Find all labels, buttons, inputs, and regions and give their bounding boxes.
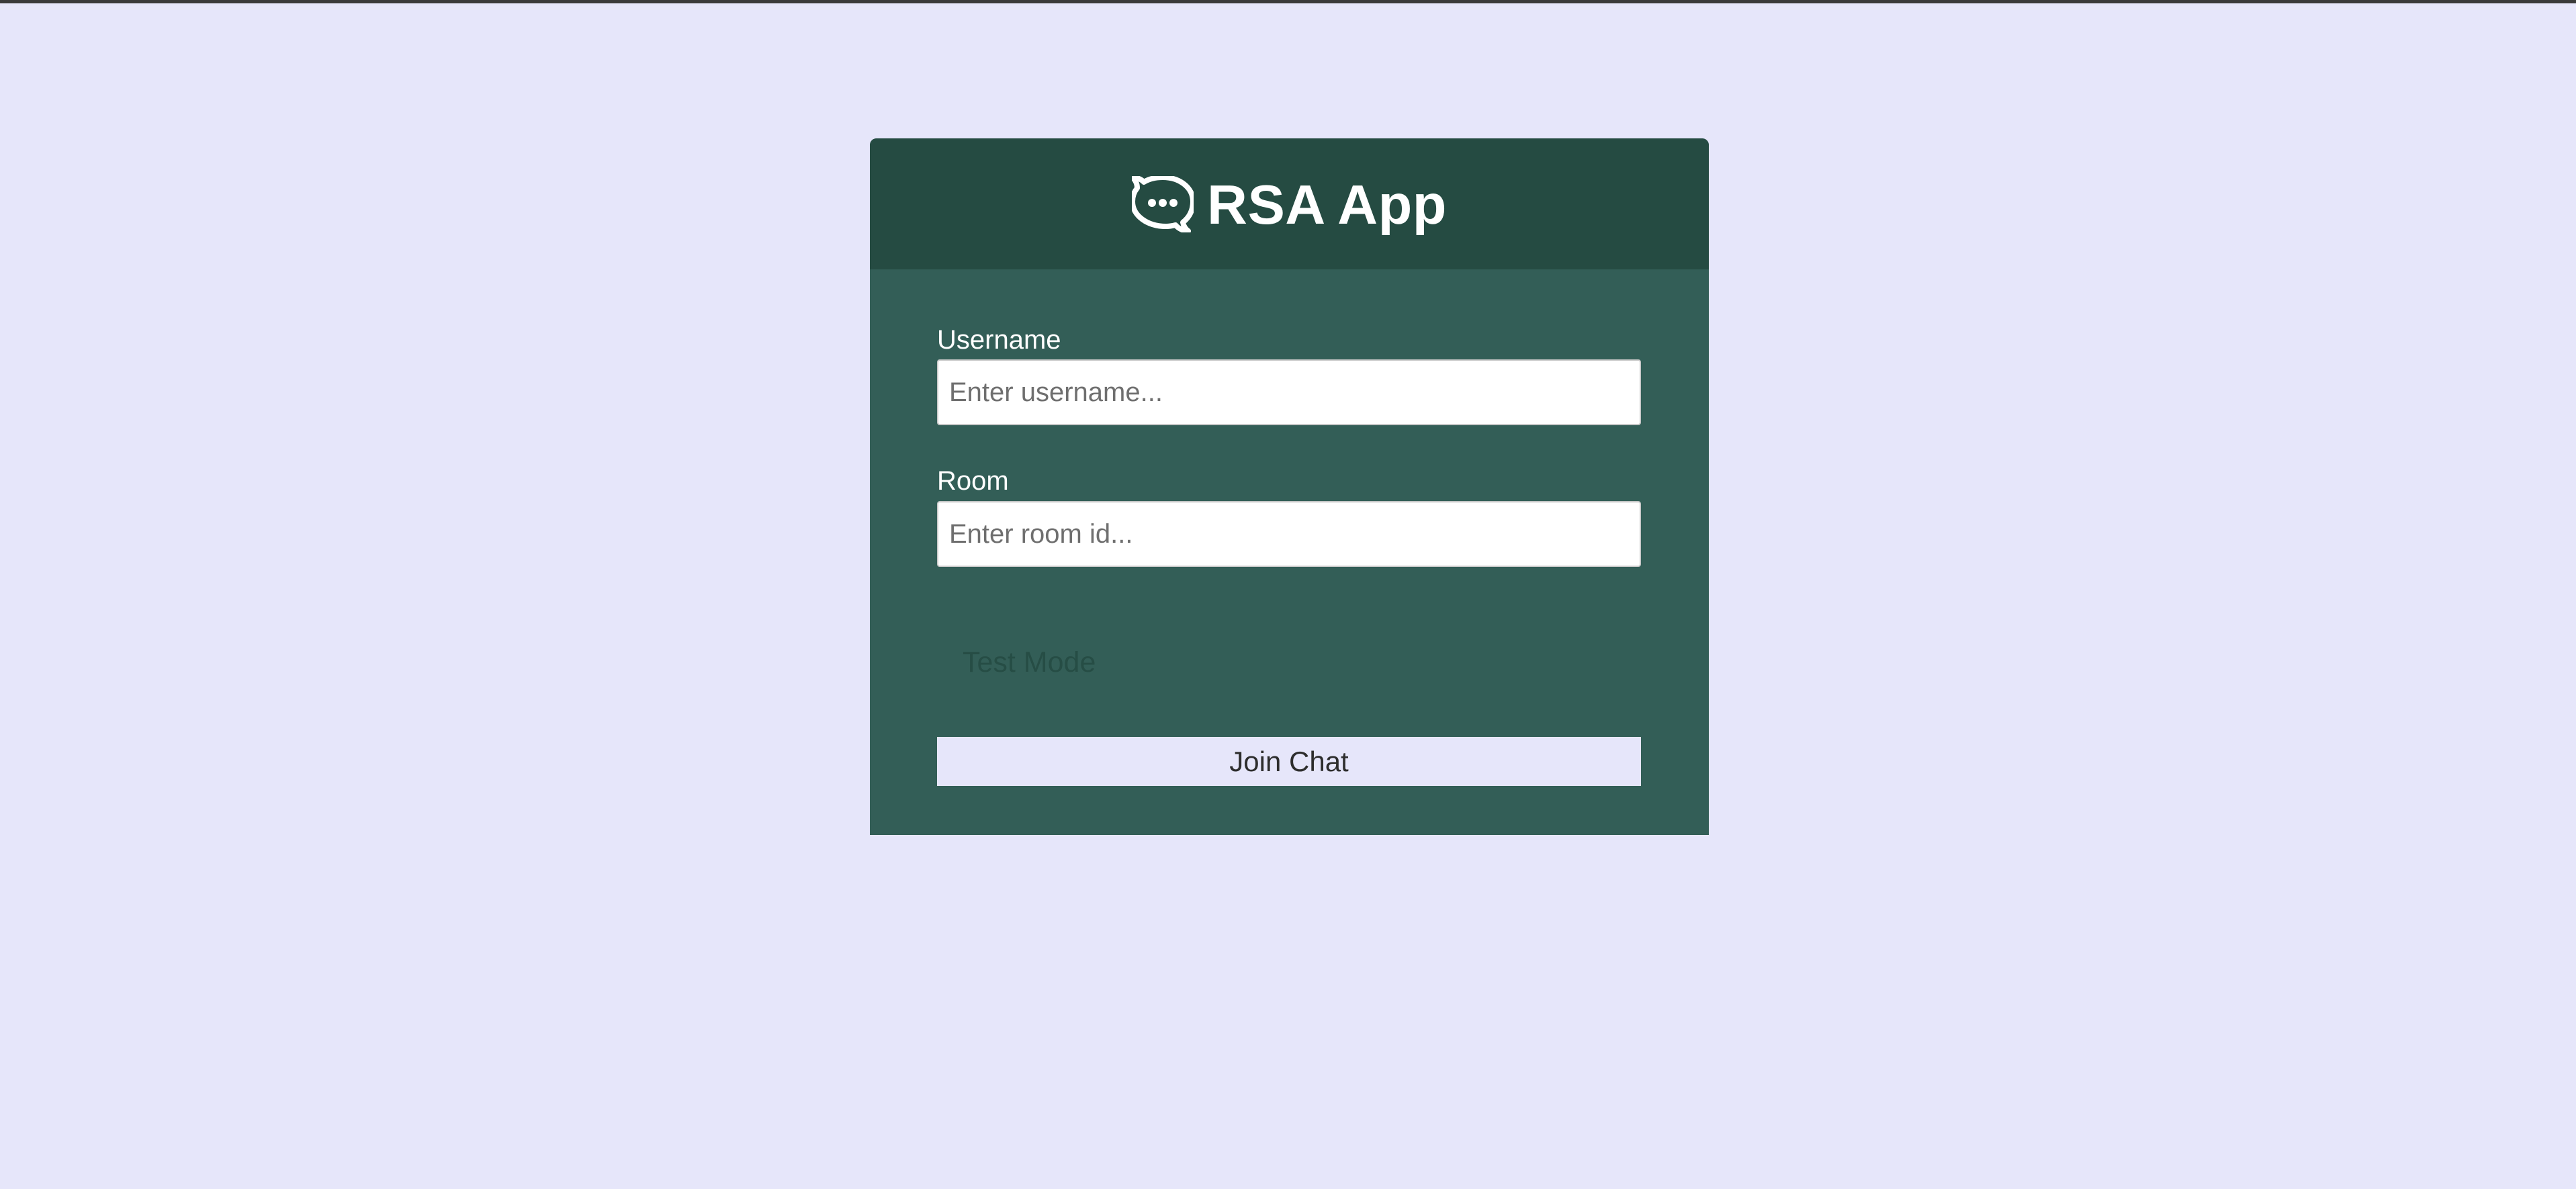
room-label: Room	[937, 466, 1009, 496]
test-mode-label: Test Mode	[963, 646, 1096, 678]
app-title: RSA App	[1207, 173, 1447, 236]
username-label: Username	[937, 325, 1061, 355]
login-card: RSA App Username Room Test Mode Join Cha…	[870, 138, 1709, 835]
room-input[interactable]	[937, 501, 1641, 567]
card-body: Username Room Test Mode Join Chat	[870, 269, 1709, 835]
username-input[interactable]	[937, 359, 1641, 425]
top-border	[0, 0, 2576, 3]
card-header: RSA App	[870, 138, 1709, 269]
chat-bubble-icon	[1132, 175, 1194, 232]
join-chat-button[interactable]: Join Chat	[937, 737, 1641, 786]
